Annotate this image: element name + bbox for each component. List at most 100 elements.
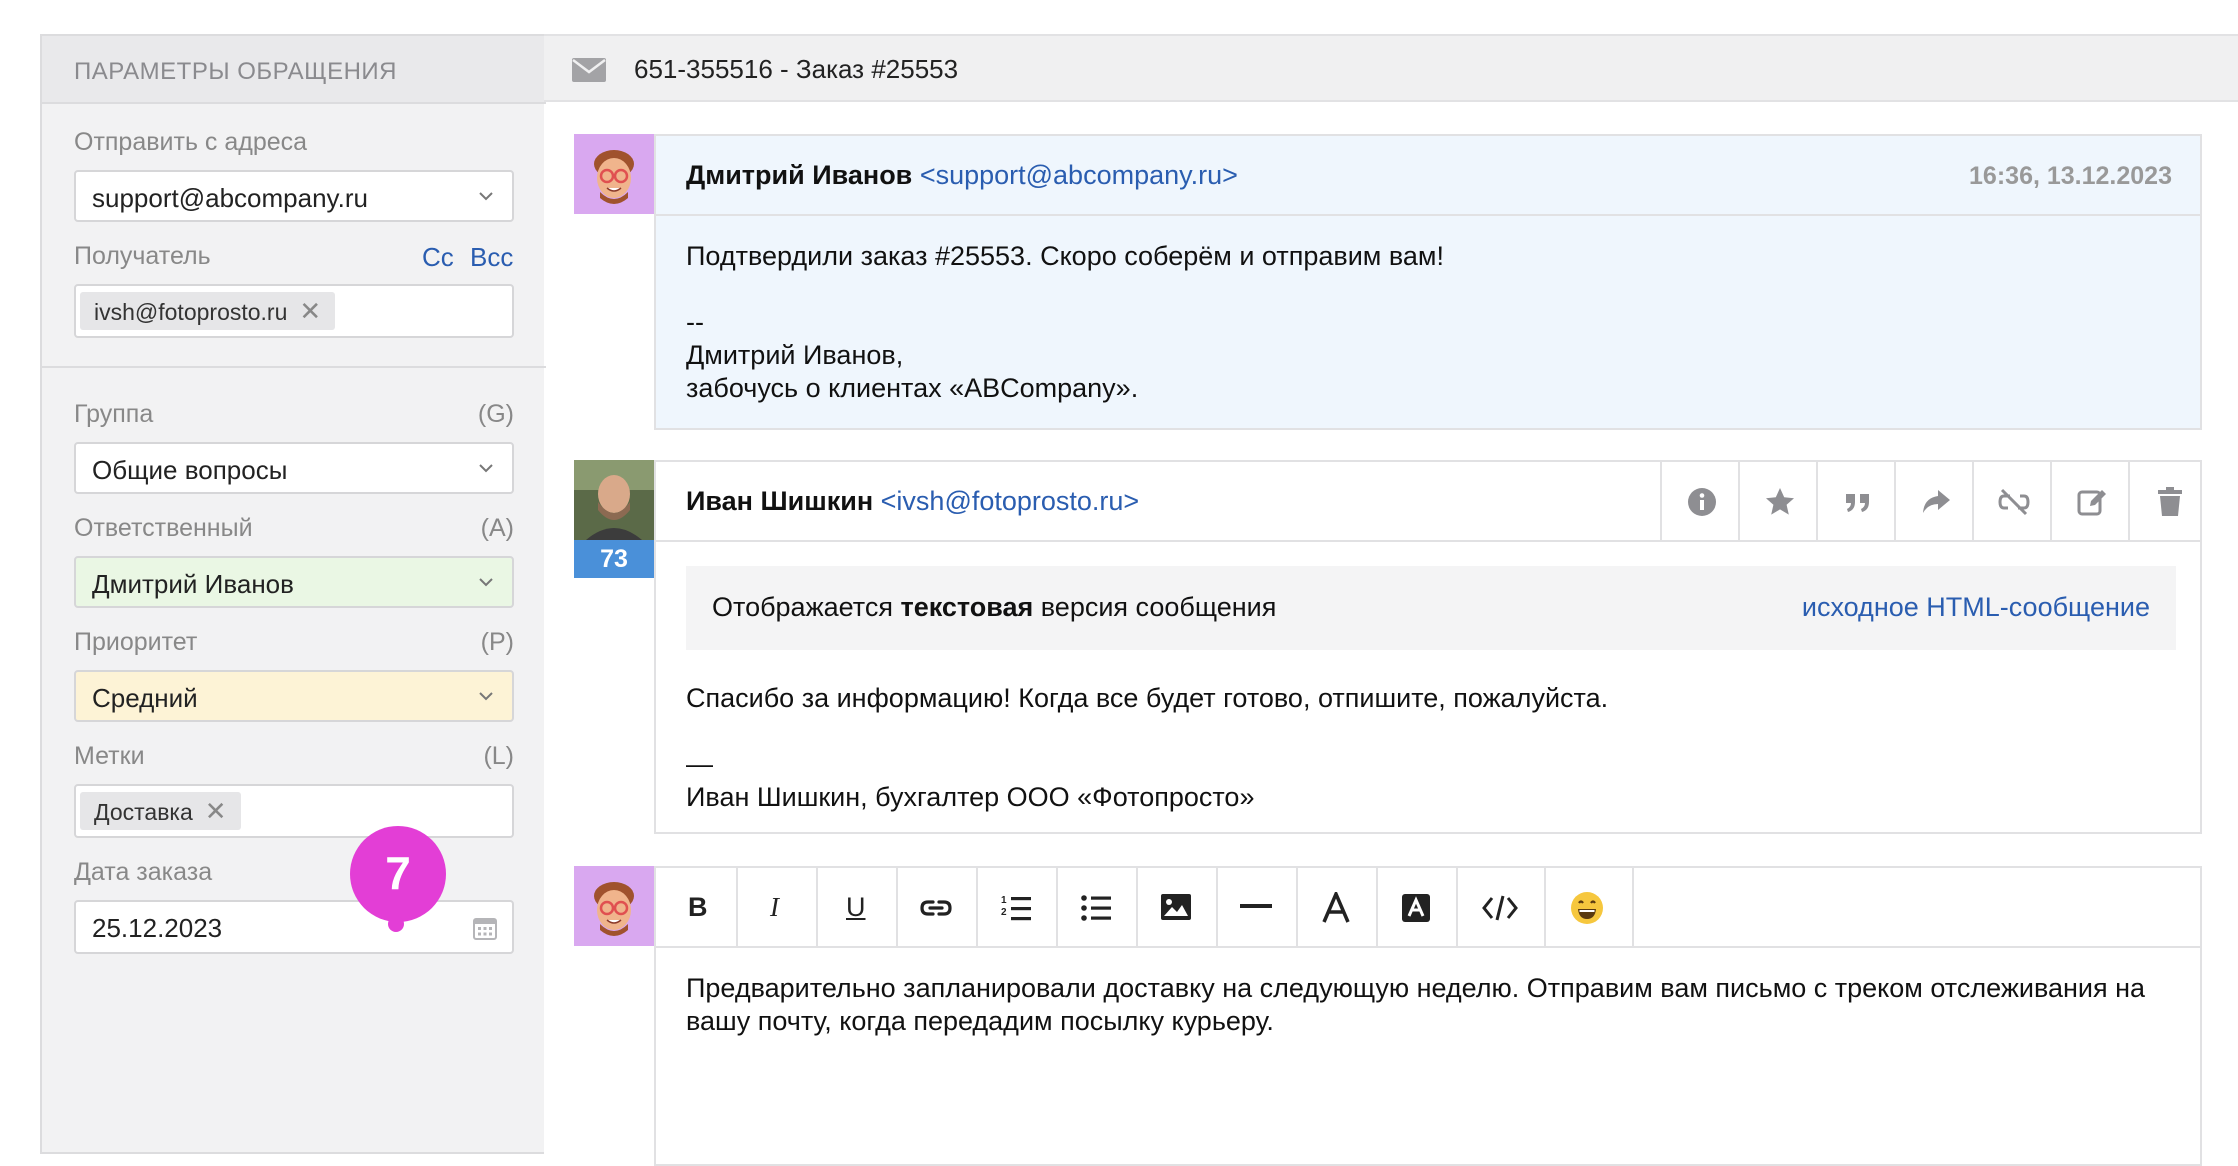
- divider: [42, 366, 546, 368]
- tags-label: Метки: [74, 742, 145, 770]
- message-time: 16:36, 13.12.2023: [1969, 162, 2172, 190]
- message-header: Дмитрий Иванов <support@abcompany.ru> 16…: [656, 136, 2200, 216]
- star-icon: [1766, 488, 1794, 515]
- font-button[interactable]: [1296, 868, 1378, 948]
- reply-editor: B I U 12 Предварительно запланировали до…: [654, 866, 2202, 1166]
- recipient-chip-label: ivsh@fotoprosto.ru: [94, 299, 288, 325]
- recipient-input[interactable]: ivsh@fotoprosto.ru ✕: [74, 284, 514, 338]
- reply-text-area[interactable]: Предварительно запланировали доставку на…: [686, 972, 2176, 1038]
- emoji-icon: [1571, 892, 1603, 924]
- underline-icon: U: [846, 892, 866, 922]
- message-line: [686, 273, 1444, 306]
- group-select[interactable]: Общие вопросы: [74, 442, 514, 494]
- ticket-title: 651-355516 - Заказ #25553: [634, 54, 959, 84]
- bold-button[interactable]: B: [656, 868, 738, 948]
- agent-avatar: [574, 134, 654, 214]
- chevron-down-icon: [479, 578, 493, 587]
- priority-value: Средний: [92, 683, 198, 713]
- message-line: Дмитрий Иванов,: [686, 340, 904, 370]
- customer-avatar: [574, 460, 654, 540]
- unlink-button[interactable]: [1972, 462, 2052, 542]
- assignee-select[interactable]: Дмитрий Иванов: [74, 556, 514, 608]
- order-date-input[interactable]: 25.12.2023: [74, 900, 514, 954]
- message-line: Спасибо за информацию! Когда все будет г…: [686, 683, 1609, 713]
- info-button[interactable]: [1660, 462, 1740, 542]
- message-header: Иван Шишкин <ivsh@fotoprosto.ru>: [656, 462, 2200, 542]
- order-date-value: 25.12.2023: [92, 913, 223, 943]
- message-card: Иван Шишкин <ivsh@fotoprosto.ru> Отображ…: [654, 460, 2202, 834]
- bold-icon: B: [688, 892, 708, 922]
- message-line: [686, 715, 1608, 748]
- code-icon: [1482, 895, 1518, 921]
- message-line: Подтвердили заказ #25553. Скоро соберём …: [686, 241, 1444, 271]
- edit-icon: [2077, 490, 2106, 516]
- calendar-icon[interactable]: [472, 915, 498, 941]
- group-value: Общие вопросы: [92, 455, 288, 485]
- bullet-list-icon: [1081, 895, 1111, 921]
- priority-select[interactable]: Средний: [74, 670, 514, 722]
- notice-text: Отображается текстовая версия сообщения: [712, 592, 1276, 623]
- unlink-icon: [1998, 488, 2030, 516]
- message-body: Подтвердили заказ #25553. Скоро соберём …: [686, 240, 1444, 405]
- sender: Иван Шишкин <ivsh@fotoprosto.ru>: [686, 486, 1139, 517]
- image-button[interactable]: [1136, 868, 1218, 948]
- link-button[interactable]: [896, 868, 978, 948]
- count-badge: 73: [574, 540, 654, 578]
- trash-icon: [2158, 487, 2182, 516]
- highlight-icon: [1402, 894, 1430, 922]
- bcc-link[interactable]: Bcc: [470, 242, 513, 273]
- edit-button[interactable]: [2050, 462, 2130, 542]
- message-line: --: [686, 307, 704, 337]
- remove-recipient-icon[interactable]: ✕: [299, 296, 321, 326]
- message-body: Спасибо за информацию! Когда все будет г…: [686, 682, 1608, 814]
- info-icon: [1688, 488, 1716, 516]
- html-version-link[interactable]: исходное HTML-сообщение: [1802, 592, 2150, 623]
- remove-tag-icon[interactable]: ✕: [205, 796, 227, 826]
- tag-chip: Доставка ✕: [80, 792, 241, 830]
- horizontal-rule-button[interactable]: [1216, 868, 1298, 948]
- star-button[interactable]: [1738, 462, 1818, 542]
- chevron-down-icon: [479, 464, 493, 473]
- order-date-label: Дата заказа: [74, 858, 213, 886]
- horizontal-rule-icon: [1240, 904, 1272, 908]
- forward-button[interactable]: [1894, 462, 1974, 542]
- memoji-avatar-icon: [594, 882, 634, 936]
- assignee-hotkey: (A): [480, 514, 514, 542]
- delete-button[interactable]: [2128, 462, 2208, 542]
- group-label: Группа: [74, 400, 154, 428]
- cc-link[interactable]: Cc: [422, 242, 454, 273]
- notice-suffix: версия сообщения: [1033, 592, 1277, 622]
- bullet-list-button[interactable]: [1056, 868, 1138, 948]
- highlight-button[interactable]: [1376, 868, 1458, 948]
- emoji-button[interactable]: [1544, 868, 1634, 948]
- formatting-toolbar: B I U 12: [656, 868, 2200, 948]
- underline-button[interactable]: U: [816, 868, 898, 948]
- svg-text:2: 2: [1001, 907, 1007, 918]
- sender: Дмитрий Иванов <support@abcompany.ru>: [686, 160, 1238, 191]
- from-select[interactable]: support@abcompany.ru: [74, 170, 514, 222]
- ordered-list-button[interactable]: 12: [976, 868, 1058, 948]
- image-icon: [1161, 894, 1191, 920]
- envelope-icon: [572, 58, 606, 82]
- message-line: забочусь о клиентах «ABCompany».: [686, 373, 1139, 403]
- recipient-chip: ivsh@fotoprosto.ru ✕: [80, 292, 336, 330]
- sender-email[interactable]: <support@abcompany.ru>: [920, 160, 1238, 190]
- chevron-down-icon: [479, 192, 493, 201]
- quote-button[interactable]: [1816, 462, 1896, 542]
- tags-hotkey: (L): [483, 742, 514, 770]
- tags-input[interactable]: Доставка ✕: [74, 784, 514, 838]
- step-badge-number: 7: [385, 847, 411, 899]
- ordered-list-icon: 12: [1001, 895, 1031, 921]
- photo-avatar-icon: [574, 460, 654, 540]
- italic-button[interactable]: I: [736, 868, 818, 948]
- sender-name: Иван Шишкин: [686, 486, 874, 516]
- chevron-down-icon: [479, 692, 493, 701]
- from-label: Отправить с адреса: [74, 128, 308, 156]
- sender-email[interactable]: <ivsh@fotoprosto.ru>: [881, 486, 1140, 516]
- font-icon: [1322, 892, 1350, 923]
- code-button[interactable]: [1456, 868, 1546, 948]
- link-icon: [920, 900, 952, 916]
- priority-label: Приоритет: [74, 628, 198, 656]
- agent-avatar: [574, 866, 654, 946]
- step-badge: 7: [350, 826, 446, 922]
